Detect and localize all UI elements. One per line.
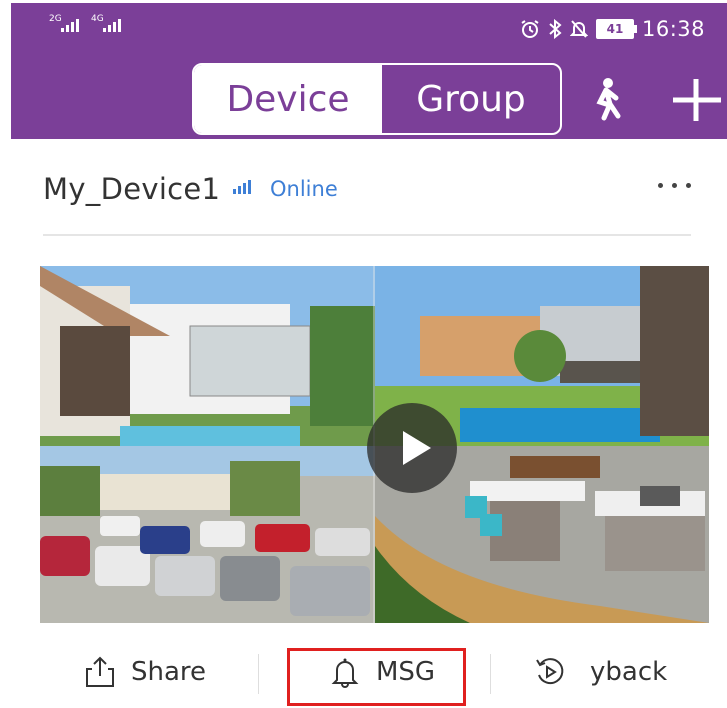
tab-device[interactable]: Device xyxy=(194,65,382,133)
device-status: Online xyxy=(270,177,338,201)
clock: 16:38 xyxy=(641,17,705,41)
camera-preview[interactable] xyxy=(40,266,709,623)
app-header: 2G 4G 41 16:38 Device Group xyxy=(11,3,727,139)
playback-button[interactable]: yback xyxy=(534,636,667,708)
play-icon[interactable] xyxy=(367,403,457,493)
separator xyxy=(258,654,259,694)
msg-highlight-box xyxy=(287,648,466,706)
share-label: Share xyxy=(131,657,207,687)
share-icon xyxy=(86,656,114,687)
playback-label: yback xyxy=(590,657,668,687)
status-bar: 2G 4G 41 16:38 xyxy=(11,3,727,55)
signal-strength-icon xyxy=(233,180,251,194)
battery-icon: 41 xyxy=(595,19,637,39)
signal-1-icon: 2G xyxy=(49,15,79,32)
device-row[interactable]: My_Device1 Online xyxy=(43,166,691,210)
device-group-switch: Device Group xyxy=(192,63,562,135)
walking-person-icon[interactable] xyxy=(586,77,626,121)
signal-1-label: 2G xyxy=(49,14,62,24)
signal-2-label: 4G xyxy=(91,14,104,24)
plus-icon[interactable] xyxy=(671,77,721,123)
share-button[interactable]: Share xyxy=(83,636,206,708)
more-options-icon[interactable] xyxy=(658,183,691,188)
divider xyxy=(43,234,691,236)
playback-icon xyxy=(536,658,564,685)
signal-2-icon: 4G xyxy=(91,15,121,32)
tab-group[interactable]: Group xyxy=(382,65,560,133)
separator xyxy=(490,654,491,694)
status-right: 41 16:38 xyxy=(520,17,705,41)
device-name: My_Device1 xyxy=(43,172,221,206)
alarm-icon xyxy=(521,20,539,38)
mute-bell-icon xyxy=(569,20,588,38)
bluetooth-icon xyxy=(549,19,562,39)
